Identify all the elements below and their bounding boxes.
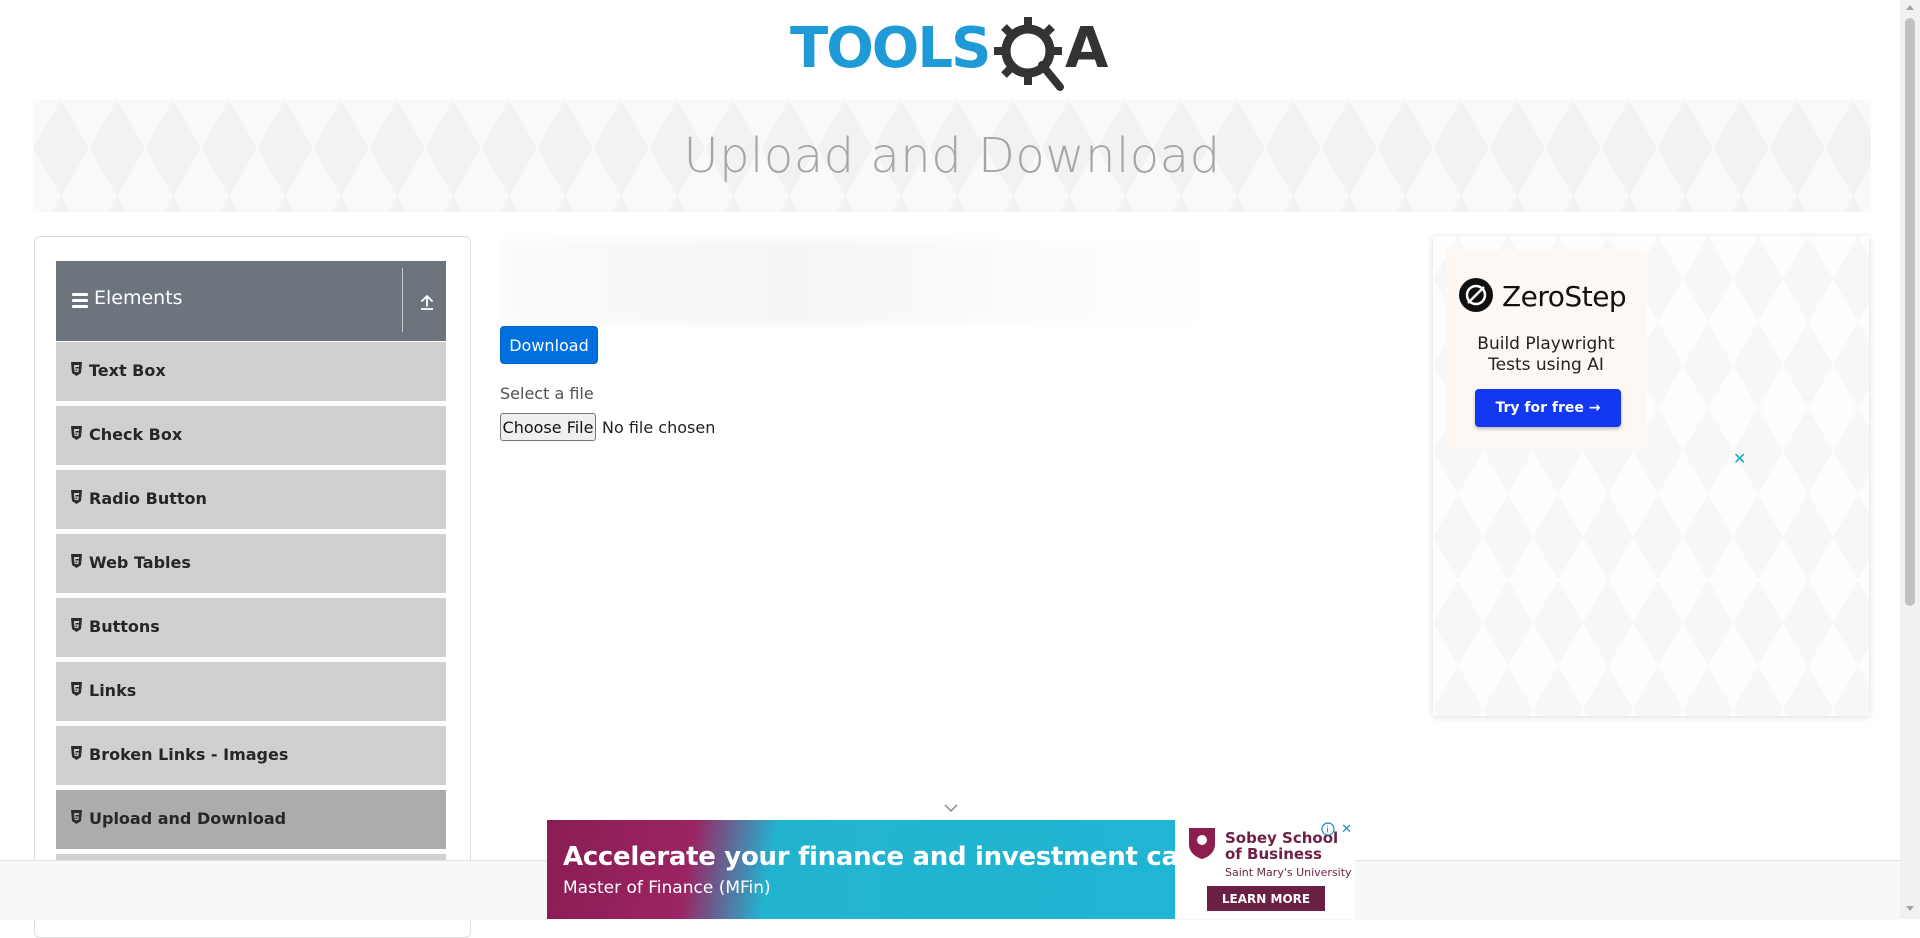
page-title: Upload and Download: [683, 128, 1221, 184]
sidebar-item-label: Text Box: [89, 361, 166, 380]
group-header-elements[interactable]: Elements: [56, 261, 446, 341]
sidebar-item-web-tables[interactable]: Web Tables: [56, 534, 446, 595]
zerostep-logo-icon: [1459, 278, 1493, 312]
page-banner: Upload and Download: [33, 100, 1871, 212]
html5-icon: [71, 554, 82, 568]
bottom-banner-ad[interactable]: Accelerate your finance and investment c…: [547, 820, 1355, 919]
crest-icon: [1189, 828, 1215, 859]
learn-more-button[interactable]: LEARN MORE: [1207, 886, 1325, 911]
ad-university-name: Saint Mary's University: [1225, 866, 1352, 879]
sidebar-item-buttons[interactable]: Buttons: [56, 598, 446, 659]
chevron-down-icon[interactable]: [943, 803, 959, 813]
sidebar-item-label: Upload and Download: [89, 809, 287, 828]
sidebar-item-label: Links: [89, 681, 137, 700]
svg-text:TOOLS: TOOLS: [790, 16, 989, 81]
sidebar-item-label: Radio Button: [89, 489, 207, 508]
adchoices-icon[interactable]: i: [1321, 822, 1335, 836]
sidebar-item-broken-links-images[interactable]: Broken Links - Images: [56, 726, 446, 787]
ad-close-icon[interactable]: ✕: [1341, 821, 1352, 837]
html5-icon: [71, 810, 82, 824]
page-scrollbar[interactable]: [1900, 0, 1920, 919]
html5-icon: [71, 682, 82, 696]
sidebar-item-label: Broken Links - Images: [89, 745, 289, 764]
sidebar-item-radio-button[interactable]: Radio Button: [56, 470, 446, 531]
ad-school-name: Sobey School of Business: [1225, 829, 1339, 863]
ad-tagline: Build Playwright Tests using AI: [1477, 334, 1615, 375]
download-button[interactable]: Download: [500, 326, 598, 364]
html5-icon: [71, 426, 82, 440]
ad-subheadline: Master of Finance (MFin): [563, 878, 771, 898]
header-divider: [402, 268, 403, 332]
svg-text:i: i: [1326, 826, 1329, 836]
scroll-down-icon[interactable]: [1906, 906, 1914, 911]
zerostep-ad-card[interactable]: ZeroStep Build Playwright Tests using AI…: [1446, 250, 1646, 450]
ad-headline: Accelerate your finance and investment c…: [563, 842, 1245, 872]
sidebar-item-check-box[interactable]: Check Box: [56, 406, 446, 467]
html5-icon: [71, 362, 82, 376]
html5-icon: [71, 490, 82, 504]
scroll-up-icon[interactable]: [1906, 5, 1914, 10]
group-title: Elements: [94, 287, 183, 309]
sidebar-item-upload-and-download[interactable]: Upload and Download: [56, 790, 446, 851]
sidebar-item-text-box[interactable]: Text Box: [56, 342, 446, 403]
sidebar-item-label: Check Box: [89, 425, 183, 444]
sidebar-item-label: Web Tables: [89, 553, 191, 572]
left-panel: Elements Text Box Check Box Radio Button…: [34, 236, 471, 938]
upload-icon[interactable]: [418, 293, 436, 311]
sidebar-item-links[interactable]: Links: [56, 662, 446, 723]
ad-close-icon[interactable]: ✕: [1733, 449, 1746, 469]
right-ad: ZeroStep Build Playwright Tests using AI…: [1433, 236, 1869, 716]
sidebar-item-label: Buttons: [89, 617, 160, 636]
ad-brand-name: ZeroStep: [1502, 280, 1627, 313]
svg-text:A: A: [1065, 16, 1109, 81]
html5-icon: [71, 618, 82, 632]
select-file-label: Select a file: [500, 384, 594, 403]
try-for-free-button[interactable]: Try for free →: [1475, 389, 1621, 427]
scrollbar-thumb[interactable]: [1905, 18, 1915, 606]
blurred-ad-placeholder: [500, 240, 1230, 325]
menu-icon: [72, 293, 88, 308]
html5-icon: [71, 746, 82, 760]
choose-file-button[interactable]: Choose File: [500, 413, 596, 441]
file-status-text: No file chosen: [602, 418, 716, 437]
toolsqa-logo[interactable]: TOOLS A: [790, 15, 1116, 91]
